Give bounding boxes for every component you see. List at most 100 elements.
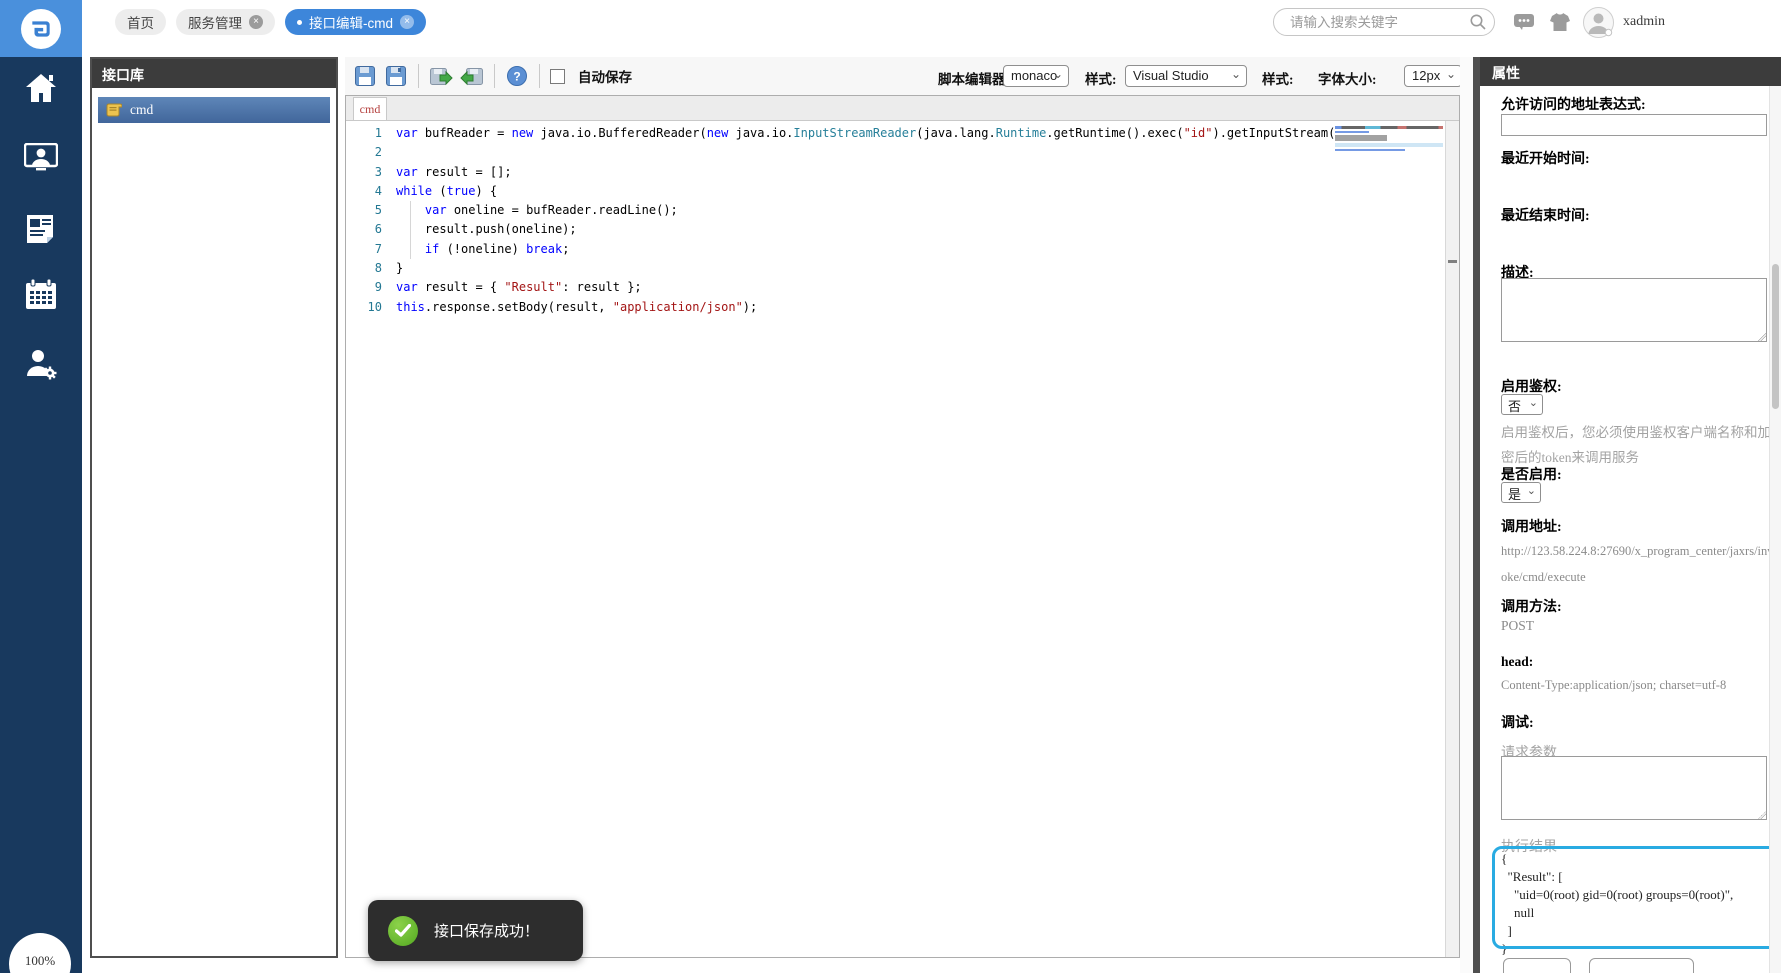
breadcrumb: 首页 服务管理 × 接口编辑-cmd × — [115, 9, 426, 35]
sidebar-item-meeting[interactable] — [24, 143, 58, 178]
sidebar-item-cms[interactable] — [24, 213, 58, 248]
debug-action-button-1[interactable] — [1503, 958, 1571, 973]
zoom-level-badge[interactable]: 100% — [9, 933, 71, 973]
invoke-address-label: 调用地址: — [1501, 516, 1562, 536]
chevron-down-icon: ⌄ — [1529, 396, 1538, 409]
code-line[interactable]: 8} — [352, 259, 1446, 278]
tab-close-icon[interactable]: × — [400, 15, 414, 29]
editor-tab-cmd[interactable]: cmd — [353, 97, 387, 120]
unsaved-dot-icon — [297, 20, 302, 25]
export-arrow-icon — [429, 65, 453, 87]
properties-title: 属性 — [1480, 57, 1781, 86]
sidebar-item-calendar[interactable] — [24, 278, 58, 315]
toast-message: 接口保存成功！ — [434, 920, 539, 941]
search-box[interactable] — [1273, 8, 1495, 36]
interface-library-panel: 接口库 cmd — [90, 57, 338, 958]
line-number: 2 — [352, 143, 382, 162]
debug-result-text: { "Result": [ "uid=0(root) gid=0(root) g… — [1501, 850, 1733, 958]
autosave-checkbox[interactable] — [550, 69, 565, 84]
theme-shirt-icon[interactable] — [1549, 12, 1571, 32]
code-line[interactable]: 3var result = []; — [352, 163, 1446, 182]
svg-text:?: ? — [513, 70, 520, 84]
script-scroll-icon — [106, 103, 122, 117]
tab-label: 接口编辑-cmd — [309, 12, 393, 32]
code-line[interactable]: 2 — [352, 143, 1446, 162]
head-value: Content-Type:application/json; charset=u… — [1501, 678, 1726, 693]
style-label: 样式: — [1085, 68, 1117, 88]
save-as-button[interactable] — [384, 64, 408, 88]
line-number: 1 — [352, 124, 382, 143]
sidebar-item-admin[interactable] — [25, 348, 57, 385]
code-line[interactable]: 4while (true) { — [352, 182, 1446, 201]
last-end-label: 最近结束时间: — [1501, 205, 1590, 225]
font-size-select[interactable]: 12px⌄ — [1404, 65, 1462, 87]
head-label: head: — [1501, 654, 1533, 670]
auth-select[interactable]: 否⌄ — [1501, 394, 1543, 415]
allow-address-input[interactable] — [1501, 114, 1767, 136]
news-icon — [24, 213, 58, 243]
chevron-down-icon: ⌄ — [1527, 484, 1536, 497]
library-item-label: cmd — [130, 102, 153, 118]
search-icon[interactable] — [1469, 13, 1487, 31]
breadcrumb-tab-2[interactable]: 接口编辑-cmd × — [285, 9, 426, 35]
code-line[interactable]: 7 if (!oneline) break; — [352, 240, 1446, 259]
app-logo-button[interactable] — [0, 0, 82, 57]
tab-label: 服务管理 — [188, 12, 242, 32]
properties-panel: 属性 允许访问的地址表达式: 最近开始时间: 最近结束时间: 描述: 启用鉴权:… — [1473, 57, 1781, 973]
export-button[interactable] — [429, 64, 453, 88]
minimap[interactable] — [1335, 126, 1443, 174]
panel-gap — [1460, 57, 1473, 973]
last-start-label: 最近开始时间: — [1501, 148, 1590, 168]
line-number: 5 — [352, 201, 382, 220]
code-line[interactable]: 9var result = { "Result": result }; — [352, 278, 1446, 297]
editor-scrollbar[interactable] — [1445, 121, 1459, 957]
style2-label: 样式: — [1262, 68, 1294, 88]
calendar-icon — [24, 278, 58, 310]
script-editor-select[interactable]: monaco⌄ — [1003, 65, 1069, 87]
description-textarea[interactable] — [1501, 278, 1767, 342]
auth-help-text: 启用鉴权后，您必须使用鉴权客户端名称和加密后的token来调用服务 — [1501, 420, 1777, 470]
debug-action-button-2[interactable] — [1589, 958, 1694, 973]
import-arrow-icon — [460, 65, 484, 87]
font-size-label: 字体大小: — [1318, 68, 1377, 88]
sidebar-item-home[interactable] — [24, 72, 58, 109]
import-button[interactable] — [460, 64, 484, 88]
properties-scrollbar-thumb[interactable] — [1772, 264, 1779, 409]
split-resize-handle[interactable] — [1448, 260, 1457, 263]
username[interactable]: xadmin — [1623, 14, 1665, 30]
meeting-person-screen-icon — [24, 143, 58, 173]
code-line[interactable]: 5 var oneline = bufReader.readLine(); — [352, 201, 1446, 220]
invoke-method-value: POST — [1501, 618, 1534, 634]
code-line[interactable]: 1var bufReader = new java.io.BufferedRea… — [352, 124, 1446, 143]
save-success-toast: 接口保存成功！ — [368, 900, 583, 961]
save-button[interactable] — [353, 64, 377, 88]
code-line[interactable]: 6 result.push(oneline); — [352, 220, 1446, 239]
breadcrumb-tab-0[interactable]: 首页 — [115, 9, 166, 35]
toolbar-separator — [539, 64, 540, 88]
sidebar: 100% — [0, 57, 82, 973]
request-params-textarea[interactable] — [1501, 756, 1767, 820]
invoke-method-label: 调用方法: — [1501, 596, 1562, 616]
enabled-select[interactable]: 是⌄ — [1501, 482, 1541, 503]
code-line[interactable]: 10this.response.setBody(result, "applica… — [352, 298, 1446, 317]
code-lines[interactable]: 1var bufReader = new java.io.BufferedRea… — [346, 121, 1446, 957]
message-icon[interactable] — [1513, 13, 1535, 31]
chevron-down-icon: ⌄ — [1446, 67, 1456, 81]
enabled-label: 是否启用: — [1501, 464, 1562, 484]
app-screen: 首页 服务管理 × 接口编辑-cmd × — [0, 0, 1781, 973]
breadcrumb-tab-1[interactable]: 服务管理 × — [176, 9, 275, 35]
editor-tabstrip: cmd — [346, 96, 1459, 121]
tab-close-icon[interactable]: × — [249, 15, 263, 29]
line-number: 7 — [352, 240, 382, 259]
chevron-down-icon: ⌄ — [1053, 67, 1063, 81]
properties-scrollbar[interactable] — [1769, 86, 1781, 973]
library-item-cmd[interactable]: cmd — [98, 97, 330, 123]
avatar[interactable] — [1583, 7, 1614, 38]
help-button[interactable]: ? — [505, 64, 529, 88]
style-select[interactable]: Visual Studio⌄ — [1125, 65, 1247, 87]
search-input[interactable] — [1288, 14, 1469, 31]
save-floppy-icon — [354, 65, 376, 87]
topbar: 首页 服务管理 × 接口编辑-cmd × — [0, 0, 1781, 57]
auth-label: 启用鉴权: — [1501, 376, 1562, 396]
toolbar-separator — [418, 64, 419, 88]
